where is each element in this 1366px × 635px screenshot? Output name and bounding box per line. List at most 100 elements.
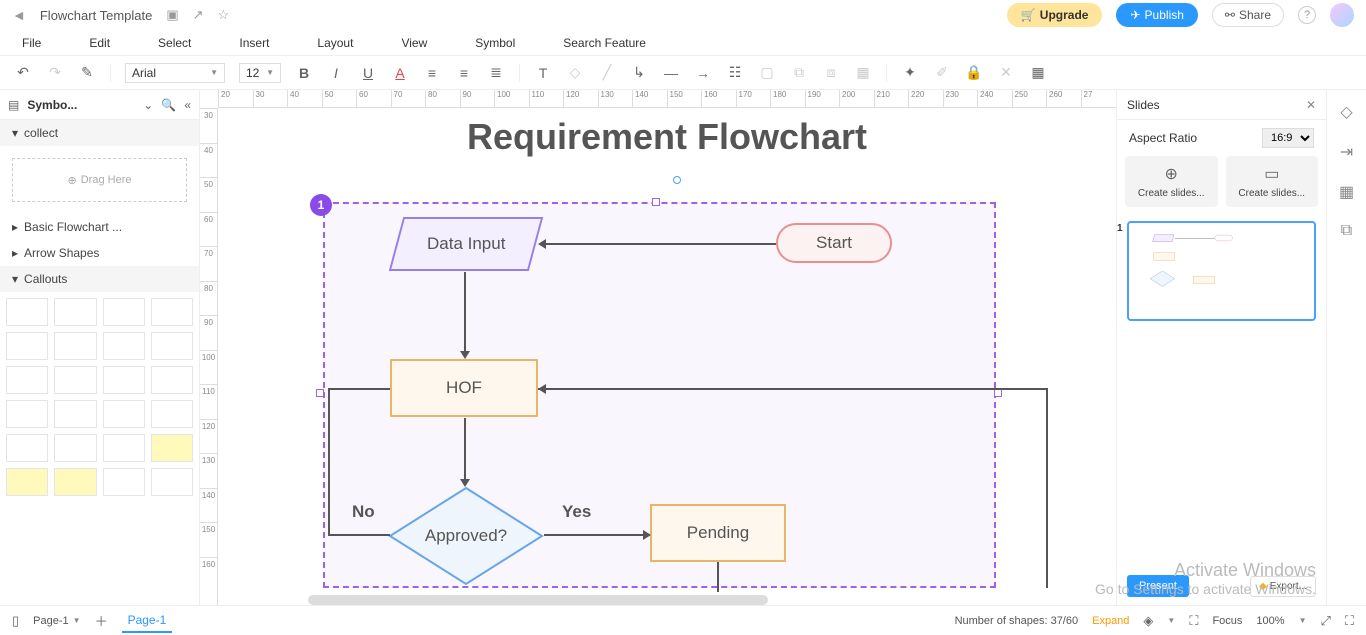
menu-layout[interactable]: Layout	[317, 36, 353, 50]
callout-shape[interactable]	[6, 366, 48, 394]
expand-link[interactable]: Expand	[1092, 615, 1129, 627]
callout-shape[interactable]	[103, 434, 145, 462]
callout-shape[interactable]	[151, 366, 193, 394]
callout-shape[interactable]	[6, 298, 48, 326]
focus-icon[interactable]: ⛶	[1189, 613, 1198, 629]
open-external-icon[interactable]: ↗	[193, 7, 204, 23]
import-icon[interactable]: ⇥	[1340, 142, 1353, 162]
callout-shape[interactable]	[103, 366, 145, 394]
section-basic-flowchart[interactable]: ▸Basic Flowchart ...	[0, 214, 199, 240]
upgrade-button[interactable]: 🛒Upgrade	[1007, 3, 1103, 27]
help-icon[interactable]: ?	[1298, 6, 1316, 24]
section-collect[interactable]: ▾collect	[0, 120, 199, 146]
drag-here-box[interactable]: ⊕Drag Here	[12, 158, 187, 202]
lock-icon[interactable]: 🔒	[965, 64, 983, 81]
canvas[interactable]: Requirement Flowchart 1 Start Data Input…	[218, 108, 1116, 605]
callout-shape[interactable]	[151, 400, 193, 428]
line-ends-icon[interactable]: →	[694, 65, 712, 81]
menu-select[interactable]: Select	[158, 36, 191, 50]
callout-shape[interactable]	[103, 400, 145, 428]
export-button[interactable]: ◆Export...	[1250, 576, 1316, 597]
grid-icon[interactable]: ▦	[1029, 64, 1047, 81]
callout-shape[interactable]	[54, 332, 96, 360]
callout-shape[interactable]	[103, 468, 145, 496]
avatar[interactable]	[1330, 3, 1354, 27]
line-spacing-icon[interactable]: ≣	[487, 64, 505, 81]
selection-handle[interactable]	[994, 389, 1002, 397]
slide-thumbnail[interactable]: 1	[1127, 221, 1316, 321]
comment-icon[interactable]: ⧉	[1341, 222, 1352, 240]
line-color-icon[interactable]: ╱	[598, 64, 616, 81]
bold-icon[interactable]: B	[295, 65, 313, 81]
format-painter-icon[interactable]: ✎	[78, 64, 96, 81]
callout-shape[interactable]	[103, 298, 145, 326]
close-icon[interactable]: ✕	[1306, 98, 1316, 112]
create-slides-manual-button[interactable]: ▭Create slides...	[1226, 156, 1319, 207]
text-align-center-icon[interactable]: ≡	[423, 65, 441, 81]
section-arrow-shapes[interactable]: ▸Arrow Shapes	[0, 240, 199, 266]
chevron-down-icon[interactable]: ▼	[1167, 616, 1175, 625]
line-style-icon[interactable]: —	[662, 65, 680, 81]
callout-shape[interactable]	[6, 400, 48, 428]
font-select[interactable]: Arial▼	[125, 63, 225, 83]
library-icon[interactable]: ▤	[8, 98, 19, 112]
node-approved[interactable]: Approved?	[388, 486, 544, 586]
collapse-left-icon[interactable]: «	[184, 98, 191, 112]
connector-icon[interactable]: ↳	[630, 64, 648, 81]
callout-shape[interactable]	[103, 332, 145, 360]
apps-icon[interactable]: ▦	[1339, 182, 1354, 202]
menu-symbol[interactable]: Symbol	[475, 36, 515, 50]
italic-icon[interactable]: I	[327, 65, 345, 81]
page-tab[interactable]: Page-1	[122, 609, 173, 633]
fill-icon[interactable]: ◇	[566, 64, 584, 81]
page-dropdown[interactable]: Page-1▼	[33, 615, 80, 627]
back-icon[interactable]: ◄	[12, 7, 26, 23]
selection-handle[interactable]	[652, 198, 660, 206]
add-page-icon[interactable]: ＋	[95, 611, 108, 630]
connection-point-icon[interactable]	[673, 176, 681, 184]
section-callouts[interactable]: ▾Callouts	[0, 266, 199, 292]
callout-shape[interactable]	[6, 434, 48, 462]
node-pending[interactable]: Pending	[650, 504, 786, 562]
align-left-icon[interactable]: ≡	[455, 65, 473, 81]
callout-shape[interactable]	[54, 366, 96, 394]
arrange-icon[interactable]: ☷	[726, 64, 744, 81]
callout-shape[interactable]	[54, 400, 96, 428]
callout-shape[interactable]	[151, 298, 193, 326]
menu-insert[interactable]: Insert	[239, 36, 269, 50]
zoom-level[interactable]: 100%	[1256, 615, 1284, 627]
undo-icon[interactable]: ↶	[14, 64, 32, 81]
callout-shape[interactable]	[54, 298, 96, 326]
tools-icon[interactable]: ✕	[997, 64, 1015, 81]
menu-view[interactable]: View	[401, 36, 427, 50]
chevron-down-icon[interactable]: ▼	[1299, 616, 1307, 625]
present-button[interactable]: Present	[1127, 575, 1189, 597]
layer-icon[interactable]: ▦	[854, 64, 872, 81]
node-start[interactable]: Start	[776, 223, 892, 263]
menu-edit[interactable]: Edit	[89, 36, 110, 50]
star-icon[interactable]: ☆	[218, 7, 230, 23]
shape-icon[interactable]: ▢	[758, 64, 776, 81]
share-button[interactable]: ⚯Share	[1212, 3, 1284, 27]
sparkle-icon[interactable]: ✦	[901, 64, 919, 81]
canvas-title[interactable]: Requirement Flowchart	[467, 116, 867, 158]
search-icon[interactable]: 🔍	[161, 98, 176, 112]
callout-shape[interactable]	[151, 468, 193, 496]
redo-icon[interactable]: ↷	[46, 64, 64, 81]
publish-button[interactable]: ✈Publish	[1116, 3, 1197, 27]
menu-file[interactable]: File	[22, 36, 41, 50]
layers-icon[interactable]: ◈	[1143, 613, 1153, 629]
group-icon[interactable]: ⧉	[790, 64, 808, 81]
save-icon[interactable]: ▣	[166, 7, 178, 23]
horizontal-scrollbar[interactable]	[308, 595, 768, 605]
callout-shape[interactable]	[6, 332, 48, 360]
fontsize-select[interactable]: 12▼	[239, 63, 281, 83]
create-slides-auto-button[interactable]: ⊕Create slides...	[1125, 156, 1218, 207]
callout-shape[interactable]	[151, 434, 193, 462]
fontcolor-icon[interactable]: A	[391, 65, 409, 81]
text-tool-icon[interactable]: T	[534, 65, 552, 81]
aspect-select[interactable]: 16:9	[1262, 128, 1314, 148]
ungroup-icon[interactable]: ⧈	[822, 64, 840, 81]
edit-icon[interactable]: ✐	[933, 64, 951, 81]
callout-shape[interactable]	[54, 434, 96, 462]
